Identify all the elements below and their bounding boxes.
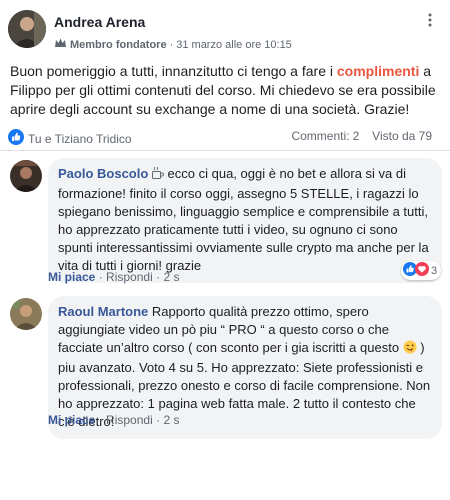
post-header: Andrea Arena Membro fondatore · 31 marzo… (8, 8, 442, 54)
post-date[interactable]: 31 marzo alle ore 10:15 (176, 39, 292, 51)
commenter-name[interactable]: Paolo Boscolo (58, 166, 148, 181)
like-button[interactable]: Mi piace (48, 413, 95, 427)
comment-time[interactable]: 2 s (163, 270, 179, 284)
reactions-count: 3 (431, 264, 438, 277)
divider (0, 150, 450, 151)
comment-bubble: Paolo Boscolo ecco ci qua, oggi è no bet… (48, 158, 442, 283)
reply-button[interactable]: Rispondi (106, 270, 153, 284)
comment: Paolo Boscolo ecco ci qua, oggi è no bet… (0, 158, 450, 288)
post-counts: Commenti: 2 Visto da 79 (291, 129, 432, 143)
like-reaction-icon (8, 129, 24, 148)
heart-reaction-icon (415, 262, 429, 279)
post-body: Buon pomeriggio a tutti, innanzitutto ci… (10, 62, 442, 119)
comment-time[interactable]: 2 s (163, 413, 179, 427)
meta-separator: · (169, 38, 174, 51)
comment: Raoul Martone Rapporto qualità prezzo ot… (0, 296, 450, 439)
post-meta: Membro fondatore · 31 marzo alle ore 10:… (54, 37, 292, 52)
comments-count[interactable]: Commenti: 2 (291, 129, 359, 143)
winking-face-icon (403, 340, 417, 359)
comment-actions: Mi piace · Rispondi · 2 s (48, 413, 180, 427)
comment-text: ecco ci qua, oggi è no bet e allora si v… (58, 166, 429, 273)
author-avatar[interactable] (8, 10, 46, 48)
coffee-icon (151, 166, 164, 185)
post-likes[interactable]: Tu e Tiziano Tridico (8, 129, 132, 148)
views-count[interactable]: Visto da 79 (372, 129, 432, 143)
post-likes-text: Tu e Tiziano Tridico (28, 131, 132, 146)
reply-button[interactable]: Rispondi (106, 413, 153, 427)
post-text-highlight: complimenti (336, 63, 420, 79)
like-button[interactable]: Mi piace (48, 270, 95, 284)
founder-badge-icon (54, 37, 67, 52)
comment-actions: Mi piace · Rispondi · 2 s (48, 270, 180, 284)
comment-reactions[interactable]: 3 (401, 261, 442, 280)
more-vertical-icon[interactable] (422, 12, 438, 28)
commenter-avatar[interactable] (10, 160, 42, 192)
commenter-name[interactable]: Raoul Martone (58, 304, 148, 319)
post-author-name[interactable]: Andrea Arena (54, 14, 145, 30)
commenter-avatar[interactable] (10, 298, 42, 330)
post-text-start: Buon pomeriggio a tutti, innanzitutto ci… (10, 63, 337, 79)
post-stats: Tu e Tiziano Tridico Commenti: 2 Visto d… (8, 129, 432, 148)
post-author-role: Membro fondatore (70, 38, 167, 51)
